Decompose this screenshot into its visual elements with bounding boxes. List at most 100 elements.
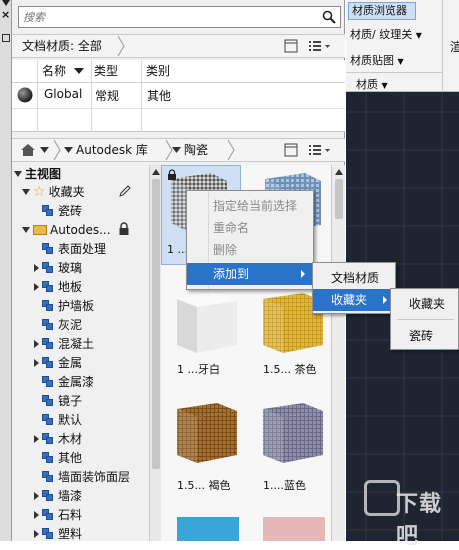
tree-label: 收藏夹 [48, 185, 85, 199]
tree-item[interactable]: 地板 [34, 278, 82, 296]
material-swatch[interactable] [261, 401, 325, 465]
expand-arrow-icon[interactable] [34, 359, 39, 367]
collapse-arrow-icon[interactable] [14, 171, 22, 177]
row-category: 其他 [147, 89, 172, 103]
scroll-thumb[interactable] [152, 179, 160, 469]
chevron-right-icon [227, 139, 235, 161]
tree-item[interactable]: 镜子 [34, 392, 82, 410]
lock-icon [119, 222, 129, 235]
swatch-label: 1....蓝色 [263, 479, 306, 492]
collapse-arrow-icon[interactable] [22, 227, 30, 233]
tree-item[interactable]: 默认 [34, 411, 82, 429]
panel-toggle-icon[interactable] [284, 143, 298, 157]
expand-arrow-icon[interactable] [34, 264, 39, 272]
panel-toggle-icon[interactable] [284, 39, 298, 53]
collapse-icon[interactable] [2, 0, 10, 6]
chevron-down-icon[interactable] [40, 147, 49, 153]
menu-item-delete[interactable]: 删除 [187, 239, 313, 261]
material-swatch[interactable] [263, 517, 325, 541]
tree-item[interactable]: 塑料 [34, 525, 82, 543]
material-swatch[interactable] [177, 517, 239, 541]
tree-item[interactable]: 石料 [34, 506, 82, 524]
list-view-icon[interactable] [308, 143, 332, 157]
doc-materials-breadcrumb[interactable]: 文档材质: 全部 [16, 35, 102, 57]
breadcrumb-ceramic[interactable]: 陶瓷 [178, 139, 208, 161]
tree-item[interactable]: 金属漆 [34, 373, 94, 391]
breadcrumb-autodesk-library[interactable]: Autodesk 库 [70, 139, 148, 161]
tree-item[interactable]: 木材 [34, 430, 82, 448]
chevron-right-icon [53, 139, 61, 161]
list-view-icon[interactable] [308, 39, 332, 53]
search-input[interactable] [23, 9, 313, 25]
library-icon [42, 262, 54, 274]
collapse-arrow-icon[interactable] [22, 189, 30, 195]
menu-item-favorites[interactable]: 收藏夹 [313, 289, 395, 311]
group-label: 材质 [356, 78, 378, 91]
panel-icon[interactable] [2, 34, 10, 42]
tree-root[interactable]: 主视图 [14, 165, 61, 183]
library-icon [42, 471, 54, 483]
tree-item[interactable]: 表面处理 [34, 240, 106, 258]
menu-item-add-to[interactable]: 添加到 [187, 263, 313, 285]
library-icon [42, 300, 54, 312]
material-swatch[interactable] [175, 291, 239, 355]
tree-label: 木材 [58, 432, 83, 446]
expand-arrow-icon[interactable] [34, 340, 39, 348]
swatch-label: 1.5... 茶色 [263, 363, 317, 376]
scroll-up-icon[interactable] [335, 169, 343, 175]
tree-item-autodesk[interactable]: Autodes... [22, 221, 111, 239]
search-icon[interactable] [322, 10, 336, 24]
tree-label: 其他 [58, 451, 83, 465]
library-tree: 主视图 ☆ 收藏夹 瓷砖 Autodes... 表面处理 玻璃 地板 护墙板 灰泥 混凝土金… [12, 165, 150, 541]
search-bar [18, 6, 341, 28]
tree-item[interactable]: 其他 [34, 449, 82, 467]
scroll-up-icon[interactable] [152, 169, 160, 175]
tree-scrollbar[interactable] [149, 165, 161, 541]
menu-item-favorites[interactable]: 收藏夹 [391, 293, 458, 315]
column-header-category[interactable]: 类别 [146, 60, 170, 82]
close-icon[interactable]: × [1, 8, 10, 21]
material-swatch[interactable] [175, 401, 239, 465]
tree-item[interactable]: 金属 [34, 354, 82, 372]
expand-arrow-icon[interactable] [34, 511, 39, 519]
library-icon [42, 395, 54, 407]
table-row[interactable]: Global 常规 其他 [12, 84, 345, 108]
tree-item[interactable]: 灰泥 [34, 316, 82, 334]
material-browser-button[interactable]: 材质浏览器 [348, 2, 416, 20]
tree-label: 墙面装饰面层 [58, 470, 131, 484]
expand-arrow-icon[interactable] [34, 435, 39, 443]
library-icon [42, 490, 54, 502]
tree-item[interactable]: 玻璃 [34, 259, 82, 277]
library-icon [42, 528, 54, 540]
tree-item[interactable]: 护墙板 [34, 297, 94, 315]
menu-item-rename[interactable]: 重命名 [187, 217, 313, 239]
menu-item-tiles[interactable]: 瓷砖 [391, 325, 458, 347]
expand-arrow-icon[interactable] [34, 530, 39, 538]
row-name: Global [44, 87, 83, 101]
submenu-arrow-icon [301, 270, 305, 278]
ribbon-group-material[interactable]: 材质 ▼ [356, 76, 388, 92]
tree-item[interactable]: 墙面装饰面层 [34, 468, 130, 486]
tree-item[interactable]: 混凝土 [34, 335, 94, 353]
tree-item-favorites[interactable]: ☆ 收藏夹 [22, 183, 85, 201]
sort-arrow-icon[interactable] [74, 68, 84, 74]
menu-item-doc-materials[interactable]: 文档材质 [313, 267, 395, 289]
tree-item-tiles[interactable]: 瓷砖 [42, 202, 82, 220]
expand-arrow-icon[interactable] [34, 492, 39, 500]
column-header-name[interactable]: 名称 [42, 60, 66, 82]
grid-scrollbar[interactable] [331, 165, 345, 541]
swatch-label: 1 ...牙白 [177, 363, 220, 376]
expand-arrow-icon[interactable] [34, 283, 39, 291]
tree-label: 镜子 [58, 394, 83, 408]
home-icon[interactable] [20, 143, 36, 157]
folder-icon [33, 225, 47, 235]
submenu-arrow-icon [383, 296, 387, 304]
tree-item[interactable]: 墙漆 [34, 487, 82, 505]
material-texture-button[interactable]: 材质/ 纹理关 ▼ [350, 26, 422, 42]
swatch-label: 1 ... [167, 243, 188, 256]
menu-item-assign[interactable]: 指定给当前选择 [187, 195, 313, 217]
scroll-thumb[interactable] [335, 179, 343, 219]
material-mapping-button[interactable]: 材质贴图 ▼ [350, 52, 404, 68]
column-header-type[interactable]: 类型 [94, 60, 118, 82]
pencil-icon[interactable] [118, 184, 132, 198]
